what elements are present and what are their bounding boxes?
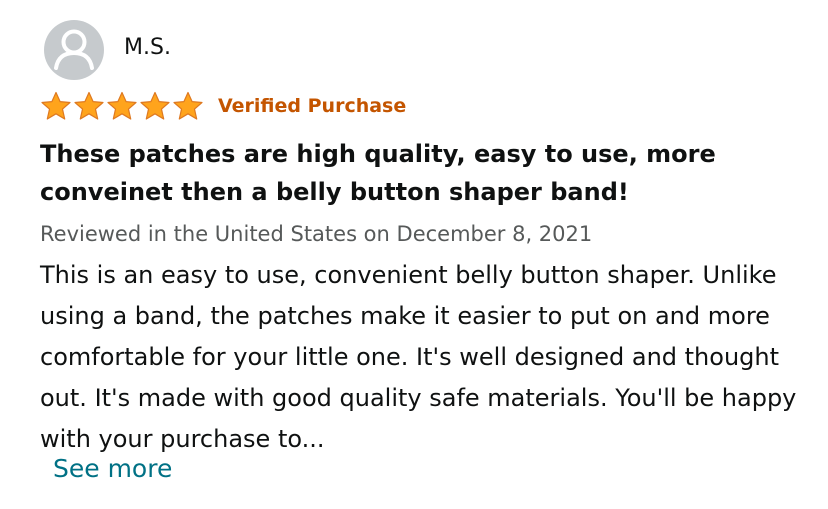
review-date: Reviewed in the United States on Decembe… [40, 222, 593, 246]
avatar[interactable] [44, 20, 104, 80]
filled-star-icon [140, 91, 170, 120]
default-user-avatar-icon [54, 29, 94, 70]
filled-star-icon [107, 91, 137, 120]
rating-row: Verified Purchase [40, 90, 406, 122]
filled-star-icon [41, 91, 71, 120]
review-title[interactable]: These patches are high quality, easy to … [40, 135, 800, 211]
see-more-link[interactable]: See more [53, 454, 172, 483]
filled-star-icon [173, 91, 203, 120]
reviewer-name[interactable]: M.S. [124, 35, 171, 60]
review-body: This is an easy to use, convenient belly… [40, 261, 797, 453]
verified-purchase-badge[interactable]: Verified Purchase [218, 95, 406, 117]
filled-star-icon [74, 91, 104, 120]
star-rating[interactable] [40, 91, 204, 121]
